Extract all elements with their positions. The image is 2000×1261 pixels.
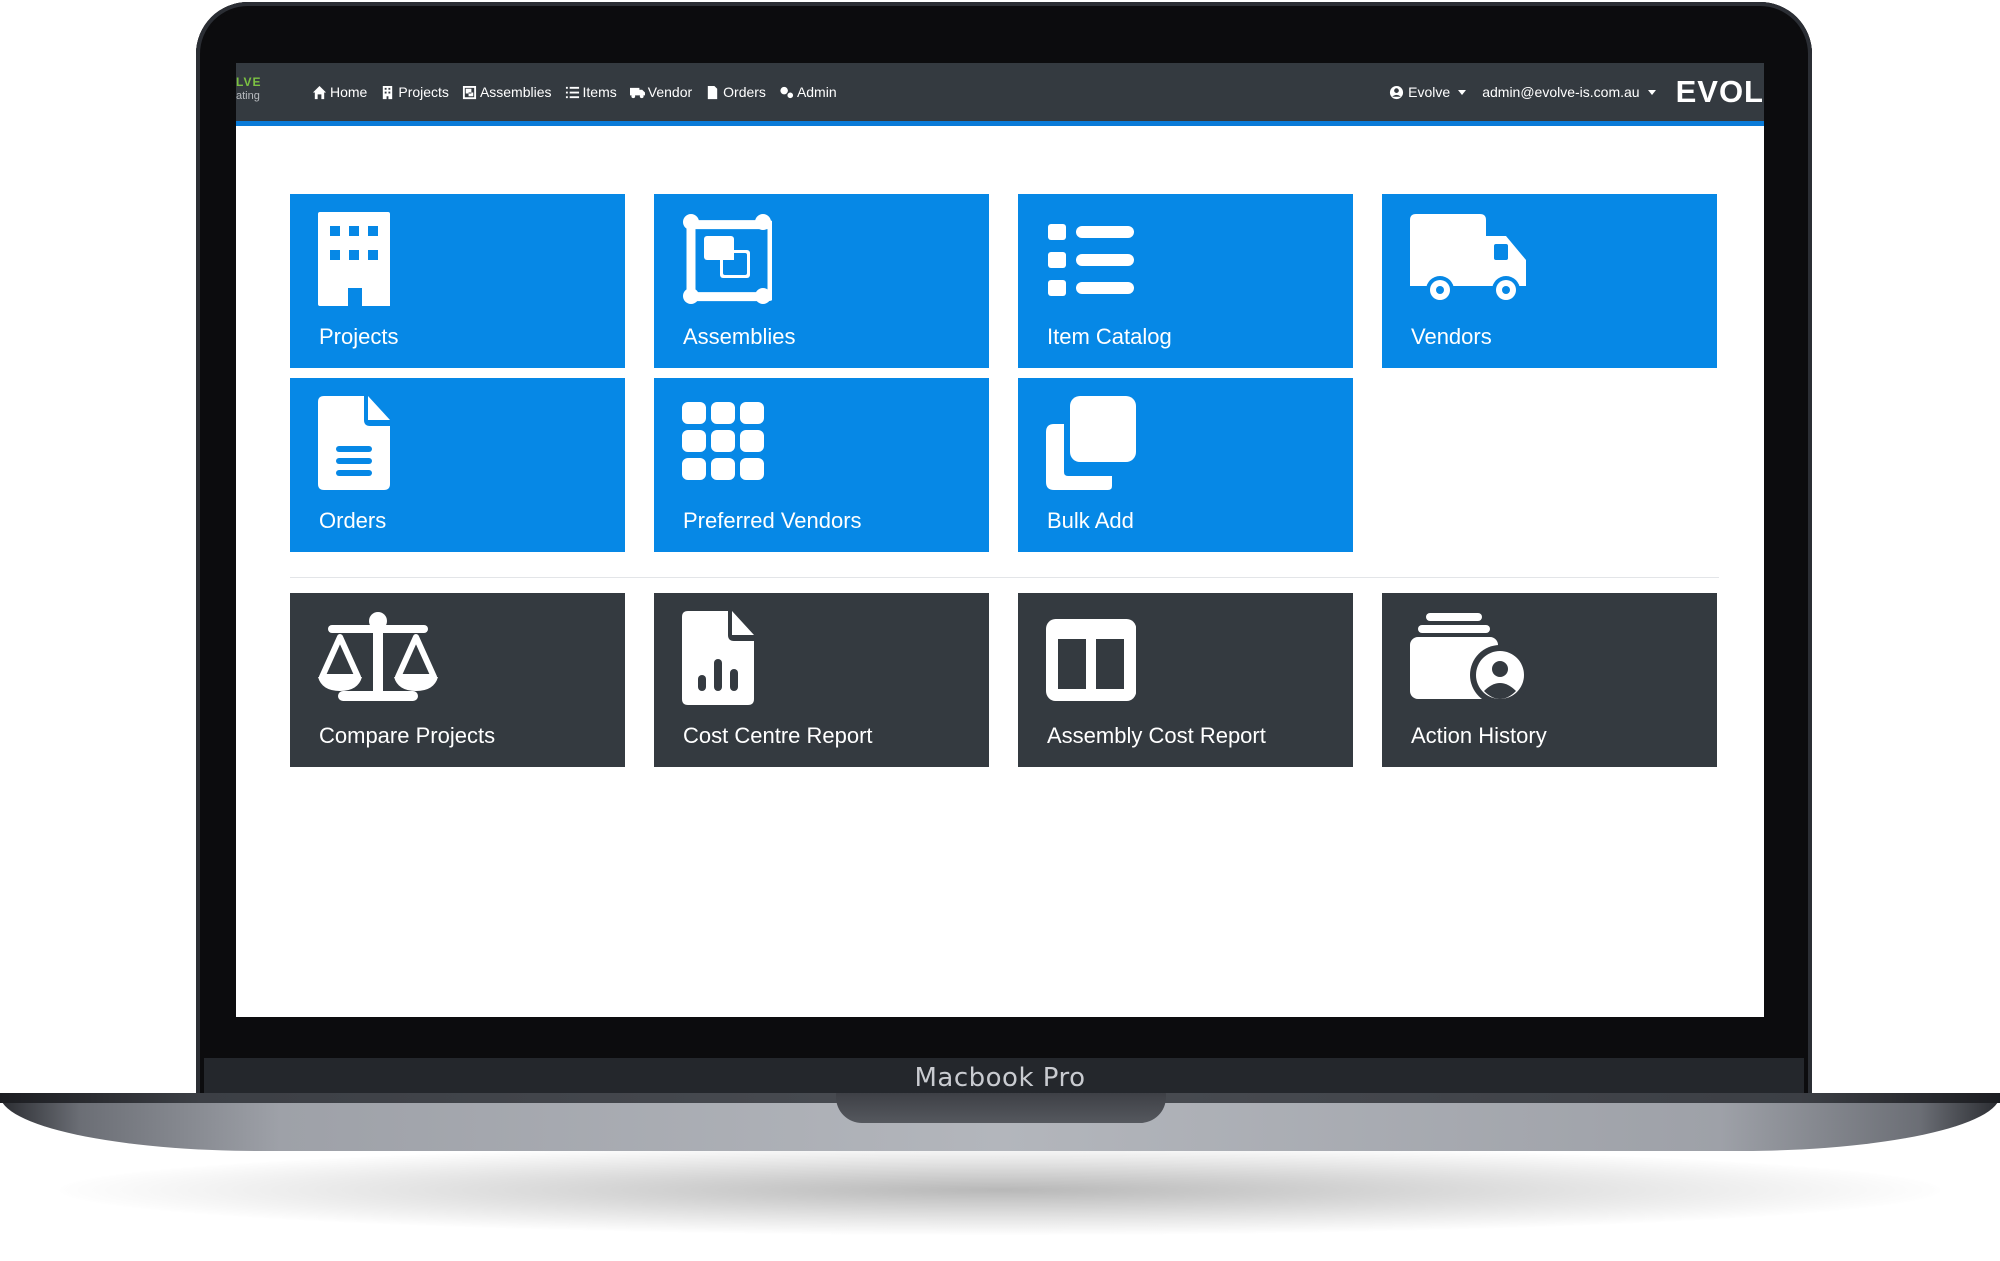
nav-vendor[interactable]: Vendor xyxy=(629,84,693,100)
user-dropdown[interactable]: admin@evolve-is.com.au xyxy=(1482,84,1656,100)
logo-text[interactable]: LVE xyxy=(236,76,261,88)
list-icon xyxy=(565,86,579,98)
tile-orders[interactable]: Orders xyxy=(290,378,625,552)
laptop-notch xyxy=(836,1093,1166,1123)
tile-vendors[interactable]: Vendors xyxy=(1382,194,1717,368)
truck-icon xyxy=(1410,212,1530,306)
tile-projects-label: Projects xyxy=(319,324,399,349)
tile-action-history-label: Action History xyxy=(1411,723,1547,748)
nav-items-label: Items xyxy=(582,84,617,100)
tile-orders-label: Orders xyxy=(319,508,387,533)
app-screen: LVE ating Home Projects Assemblies Items… xyxy=(236,63,1764,1017)
tenant-caret-icon xyxy=(1458,89,1467,95)
user-history-icon xyxy=(1410,611,1530,705)
tile-action-history[interactable]: Action History xyxy=(1382,593,1717,767)
columns-icon xyxy=(1046,611,1137,705)
tile-assembly-cost-report-label: Assembly Cost Report xyxy=(1047,723,1266,748)
nav-admin[interactable]: Admin xyxy=(779,84,837,100)
tile-item-catalog[interactable]: Item Catalog xyxy=(1018,194,1353,368)
tile-bulk-add[interactable]: Bulk Add xyxy=(1018,378,1353,552)
building-icon xyxy=(318,212,408,306)
top-navbar: LVE ating Home Projects Assemblies Items… xyxy=(236,63,1764,126)
laptop-shadow xyxy=(60,1145,1940,1235)
nav-assemblies[interactable]: Assemblies xyxy=(462,84,552,100)
balance-scale-icon xyxy=(318,611,438,705)
truck-icon xyxy=(629,87,645,98)
tile-compare-projects-label: Compare Projects xyxy=(319,723,496,748)
nav-admin-label: Admin xyxy=(796,84,837,100)
user-circle-icon xyxy=(1390,85,1404,99)
list-icon xyxy=(1046,212,1136,306)
tile-bulk-add-label: Bulk Add xyxy=(1047,508,1134,533)
nav-home-label: Home xyxy=(330,84,368,100)
tile-assemblies[interactable]: Assemblies xyxy=(654,194,989,368)
tile-vendors-label: Vendors xyxy=(1411,324,1492,349)
nav-orders-label: Orders xyxy=(723,84,766,100)
building-icon xyxy=(383,85,393,99)
nav-assemblies-label: Assemblies xyxy=(479,84,552,100)
section-divider xyxy=(290,577,1719,578)
home-icon xyxy=(312,85,327,99)
object-group-icon xyxy=(682,212,777,306)
tile-assemblies-label: Assemblies xyxy=(683,324,796,349)
nav-right: Evolve admin@evolve-is.com.au EVOL xyxy=(1389,63,1764,121)
tile-item-catalog-label: Item Catalog xyxy=(1047,324,1172,349)
file-lines-icon xyxy=(318,396,408,490)
file-chart-icon xyxy=(682,611,772,705)
nav-links: Home Projects Assemblies Items Vendor Or… xyxy=(312,63,850,121)
nav-projects-label: Projects xyxy=(398,84,449,100)
device-label: Macbook Pro xyxy=(914,1063,1086,1093)
tile-compare-projects[interactable]: Compare Projects xyxy=(290,593,625,767)
tile-assembly-cost-report[interactable]: Assembly Cost Report xyxy=(1018,593,1353,767)
tenant-dropdown[interactable]: Evolve xyxy=(1389,84,1467,100)
user-caret-icon xyxy=(1647,89,1656,95)
logo-subtext: ating xyxy=(236,90,260,102)
nav-orders[interactable]: Orders xyxy=(705,84,766,100)
tenant-name: Evolve xyxy=(1408,84,1451,100)
user-email: admin@evolve-is.com.au xyxy=(1482,84,1640,100)
tile-cost-centre-report-label: Cost Centre Report xyxy=(683,723,873,748)
tile-preferred-vendors-label: Preferred Vendors xyxy=(683,508,862,533)
nav-items[interactable]: Items xyxy=(565,84,617,100)
grid-icon xyxy=(682,396,772,490)
tile-cost-centre-report[interactable]: Cost Centre Report xyxy=(654,593,989,767)
file-icon xyxy=(707,85,718,99)
nav-home[interactable]: Home xyxy=(312,84,367,100)
nav-vendor-label: Vendor xyxy=(647,84,693,100)
tile-projects[interactable]: Projects xyxy=(290,194,625,368)
brand-logo: EVOL xyxy=(1675,74,1764,109)
nav-projects[interactable]: Projects xyxy=(380,84,449,100)
cogs-icon xyxy=(780,86,793,98)
clone-icon xyxy=(1046,396,1136,490)
tile-preferred-vendors[interactable]: Preferred Vendors xyxy=(654,378,989,552)
object-group-icon xyxy=(462,85,476,99)
